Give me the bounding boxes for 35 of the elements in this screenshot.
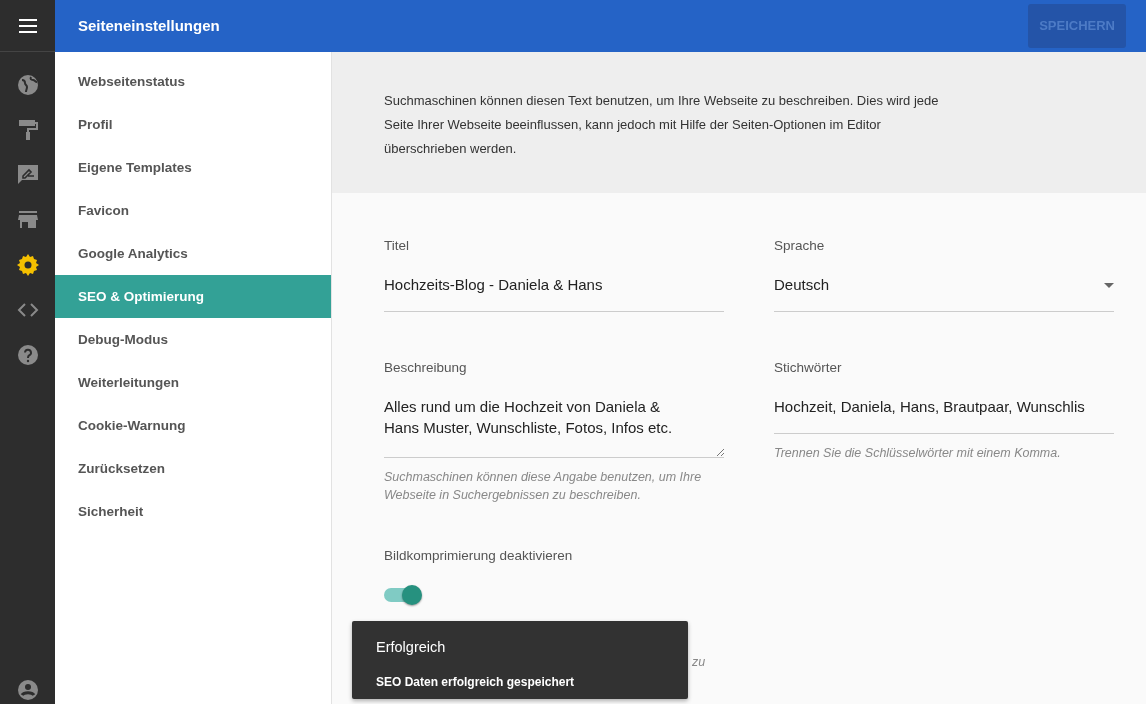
- menu-icon[interactable]: [18, 18, 37, 33]
- menu-item[interactable]: Weiterleitungen: [55, 361, 331, 404]
- title-field[interactable]: Hochzeits-Blog - Daniela & Hans: [384, 274, 724, 312]
- keywords-field[interactable]: Hochzeit, Daniela, Hans, Brautpaar, Wunschlis: [774, 396, 1114, 434]
- menu-item[interactable]: Eigene Templates: [55, 146, 331, 189]
- toast-title: Erfolgreich: [376, 638, 447, 657]
- field-hint: Trennen Sie die Schlüsselwörter mit einem Komma.: [774, 444, 1062, 462]
- menu-item[interactable]: Profil: [55, 103, 331, 146]
- language-dropdown[interactable]: Deutsch: [774, 274, 1114, 312]
- field-hint: zu: [692, 654, 706, 672]
- menu-item[interactable]: Sicherheit: [55, 490, 331, 533]
- menu-item[interactable]: Favicon: [55, 189, 331, 232]
- field-label: Bildkomprimierung deaktivieren: [384, 547, 574, 565]
- field-label: Sprache: [774, 237, 826, 255]
- menu-item[interactable]: Webseitenstatus: [55, 60, 331, 103]
- resize-grip-icon[interactable]: [716, 448, 724, 456]
- field-label: Stichwörter: [774, 358, 843, 377]
- feedback-icon[interactable]: [15, 163, 40, 187]
- field-hint: Suchmaschinen können diese Angabe benutzen, um Ihre Webseite in Suchergebnissen zu beschreiben.: [384, 469, 703, 504]
- toggle-switch[interactable]: [384, 585, 424, 606]
- help-icon[interactable]: [15, 343, 40, 367]
- field-label: Titel: [384, 237, 410, 255]
- toast-message: SEO Daten erfolgreich gespeichert: [376, 673, 576, 691]
- globe-icon[interactable]: [15, 73, 40, 97]
- account-icon[interactable]: [15, 678, 40, 702]
- menu-item[interactable]: Google Analytics: [55, 232, 331, 275]
- dropdown-caret-icon: [1104, 283, 1114, 288]
- page-title: Seiteneinstellungen: [78, 15, 220, 36]
- description-field[interactable]: Alles rund um die Hochzeit von Daniela & Hans Muster, Wunschliste, Fotos, Infos etc.: [384, 396, 724, 458]
- menu-item[interactable]: Zurücksetzen: [55, 447, 331, 490]
- field-label: Beschreibung: [384, 358, 468, 377]
- menu-item[interactable]: Cookie-Warnung: [55, 404, 331, 447]
- menu-item[interactable]: Debug-Modus: [55, 318, 331, 361]
- gear-icon[interactable]: [15, 253, 40, 277]
- intro-text: Suchmaschinen können diesen Text benutzen, um Ihre Webseite zu beschreiben. Dies wird jede Seite Ihrer Webseite beeinflussen, kann jedoch mit Hilfe der Seiten-Optionen im Editor überschrieben werden.: [384, 93, 939, 156]
